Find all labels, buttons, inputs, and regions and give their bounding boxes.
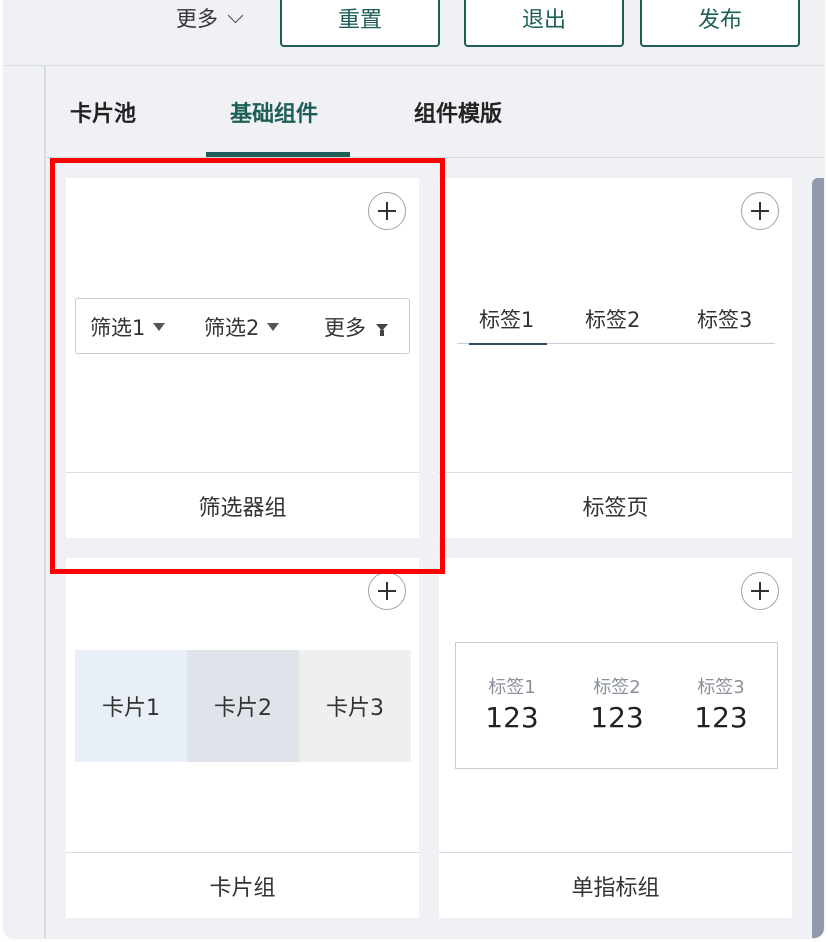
- reset-button[interactable]: 重置: [280, 0, 440, 47]
- chevron-down-icon: [227, 7, 244, 23]
- add-filter-group-button[interactable]: [368, 192, 406, 230]
- add-tabs-button[interactable]: [741, 192, 779, 230]
- component-tabs: 卡片池 基础组件 组件模版: [46, 66, 824, 158]
- tab-card-pool[interactable]: 卡片池: [70, 96, 136, 128]
- tabs-preview: 标签1 标签2 标签3: [457, 304, 775, 345]
- indicator-value: 123: [694, 701, 748, 734]
- indicator-group-preview: 标签1 123 标签2 123 标签3 123: [455, 642, 778, 769]
- funnel-icon: [376, 323, 388, 336]
- filter-group-preview: 筛选1 筛选2 更多: [75, 298, 410, 354]
- indicator: 标签1 123: [472, 673, 552, 734]
- preview-tab-indicator: [469, 343, 547, 345]
- caret-down-icon: [153, 323, 166, 331]
- filter-item-more: 更多: [324, 312, 388, 342]
- component-card-tabs[interactable]: 标签1 标签2 标签3 标签页: [439, 178, 792, 538]
- component-panel: 更多 重置 退出 发布 卡片池 基础组件 组件模版 筛选1 筛选2 更多 筛选器…: [4, 0, 824, 938]
- component-name: 筛选器组: [66, 472, 419, 538]
- preview-card-label: 卡片1: [102, 696, 160, 721]
- add-indicator-group-button[interactable]: [741, 572, 779, 610]
- filter-label: 筛选2: [204, 316, 260, 340]
- active-tab-indicator: [206, 152, 350, 157]
- exit-button-label: 退出: [521, 7, 566, 33]
- indicator: 标签3 123: [681, 673, 761, 734]
- more-menu[interactable]: 更多: [176, 4, 244, 32]
- component-name: 标签页: [439, 472, 792, 538]
- indicator-label: 标签3: [697, 677, 745, 698]
- more-menu-label: 更多: [176, 7, 218, 31]
- top-toolbar: 更多 重置 退出 发布: [4, 0, 824, 66]
- exit-button[interactable]: 退出: [464, 0, 624, 47]
- preview-tab: 标签2: [585, 308, 641, 332]
- preview-card: 卡片2: [187, 650, 299, 762]
- component-card-card-group[interactable]: 卡片1 卡片2 卡片3 卡片组: [66, 558, 419, 918]
- preview-tab: 标签1: [479, 308, 535, 332]
- tab-component-templates[interactable]: 组件模版: [414, 96, 502, 128]
- filter-item: 筛选1: [90, 312, 166, 342]
- indicator-label: 标签2: [593, 677, 641, 698]
- caret-down-icon: [267, 323, 280, 331]
- filter-label: 筛选1: [90, 316, 146, 340]
- tab-basic-components[interactable]: 基础组件: [230, 96, 318, 128]
- indicator: 标签2 123: [577, 673, 657, 734]
- component-name: 卡片组: [66, 852, 419, 918]
- preview-card: 卡片1: [75, 650, 187, 762]
- preview-card-label: 卡片2: [214, 696, 272, 721]
- left-divider: [44, 66, 46, 938]
- publish-button[interactable]: 发布: [640, 0, 800, 47]
- reset-button-label: 重置: [337, 7, 382, 33]
- preview-card: 卡片3: [299, 650, 411, 762]
- preview-tab: 标签3: [697, 308, 753, 332]
- vertical-scrollbar[interactable]: [812, 178, 824, 938]
- component-name: 单指标组: [439, 852, 792, 918]
- filter-label: 更多: [324, 316, 366, 340]
- component-card-indicator-group[interactable]: 标签1 123 标签2 123 标签3 123 单指标组: [439, 558, 792, 918]
- indicator-label: 标签1: [488, 677, 536, 698]
- indicator-value: 123: [485, 701, 539, 734]
- component-card-filter-group[interactable]: 筛选1 筛选2 更多 筛选器组: [66, 178, 419, 538]
- preview-card-label: 卡片3: [326, 696, 384, 721]
- filter-item: 筛选2: [204, 312, 280, 342]
- indicator-value: 123: [590, 701, 644, 734]
- publish-button-label: 发布: [697, 7, 742, 33]
- add-card-group-button[interactable]: [368, 572, 406, 610]
